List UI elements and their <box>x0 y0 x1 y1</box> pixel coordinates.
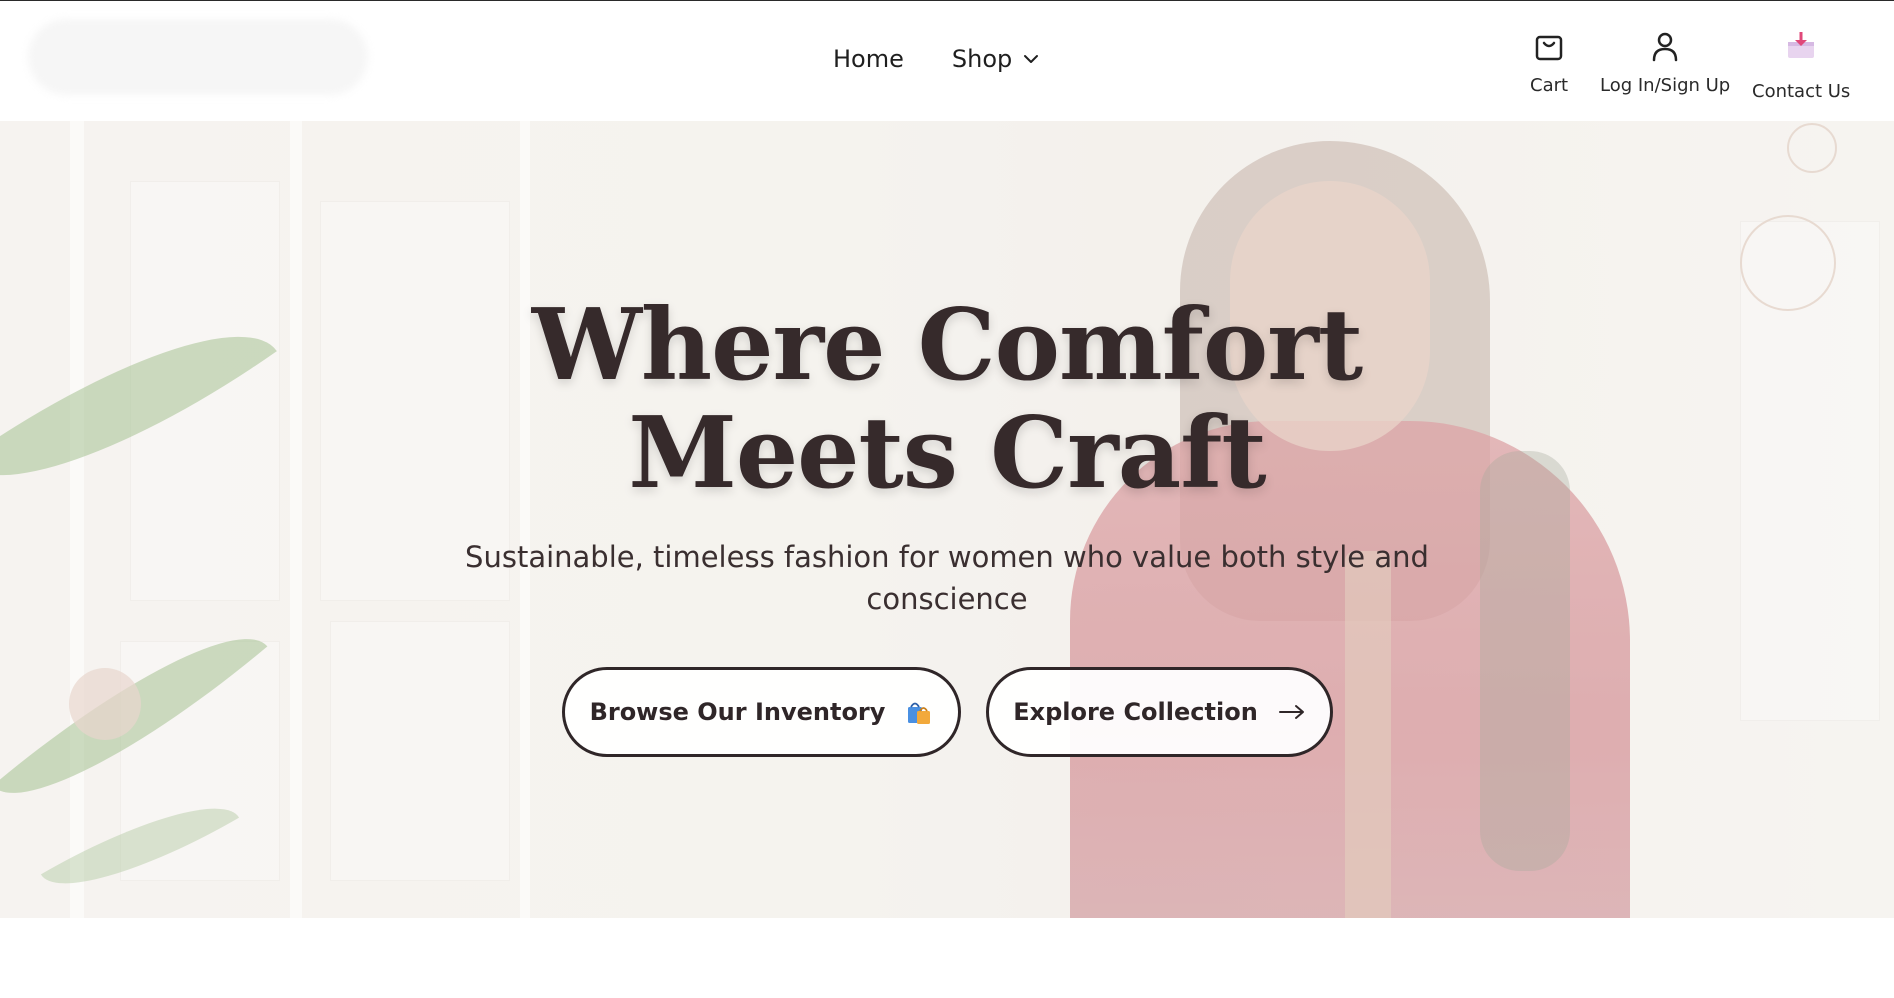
hero-title-line-1: Where Comfort <box>531 288 1363 403</box>
contact-us-label: Contact Us <box>1752 81 1851 102</box>
main-nav: Home Shop <box>833 45 1040 73</box>
nav-shop-dropdown[interactable]: Shop <box>952 45 1040 73</box>
hero-background-image <box>0 121 1894 918</box>
login-signup-link[interactable]: Log In/Sign Up <box>1600 29 1730 96</box>
site-header: Home Shop Cart Log In/Sign Up Contact Us <box>0 0 1894 121</box>
user-icon <box>1649 29 1681 63</box>
decorative-dot <box>69 668 141 740</box>
hero-title: Where Comfort Meets Craft <box>447 292 1447 508</box>
login-signup-label: Log In/Sign Up <box>1600 75 1731 96</box>
explore-collection-label: Explore Collection <box>1013 698 1258 726</box>
inbox-tray-icon <box>1785 29 1817 63</box>
hero-title-line-2: Meets Craft <box>628 396 1266 511</box>
hero-subtitle: Sustainable, timeless fashion for women … <box>465 540 1429 616</box>
cart-link[interactable]: Cart <box>1530 29 1568 96</box>
nav-home-label: Home <box>833 45 904 73</box>
nav-home-link[interactable]: Home <box>833 45 904 73</box>
contact-us-link[interactable]: Contact Us <box>1752 29 1850 102</box>
chevron-down-icon <box>1024 55 1039 63</box>
decorative-circle <box>1740 215 1836 311</box>
hero-section: Where Comfort Meets Craft Sustainable, t… <box>0 121 1894 918</box>
arrow-right-icon <box>1278 702 1306 722</box>
decorative-circle <box>1787 123 1837 173</box>
page: Home Shop Cart Log In/Sign Up Contact Us… <box>0 0 1894 998</box>
browse-inventory-button[interactable]: Browse Our Inventory <box>562 667 961 757</box>
nav-shop-label: Shop <box>951 45 1013 73</box>
explore-collection-button[interactable]: Explore Collection <box>986 667 1333 757</box>
site-logo[interactable] <box>28 19 368 95</box>
shopping-bag-icon <box>1533 29 1565 63</box>
cart-label: Cart <box>1530 75 1569 96</box>
below-hero-section <box>0 918 1894 998</box>
shopping-bags-icon <box>905 698 933 726</box>
browse-inventory-label: Browse Our Inventory <box>589 698 886 726</box>
